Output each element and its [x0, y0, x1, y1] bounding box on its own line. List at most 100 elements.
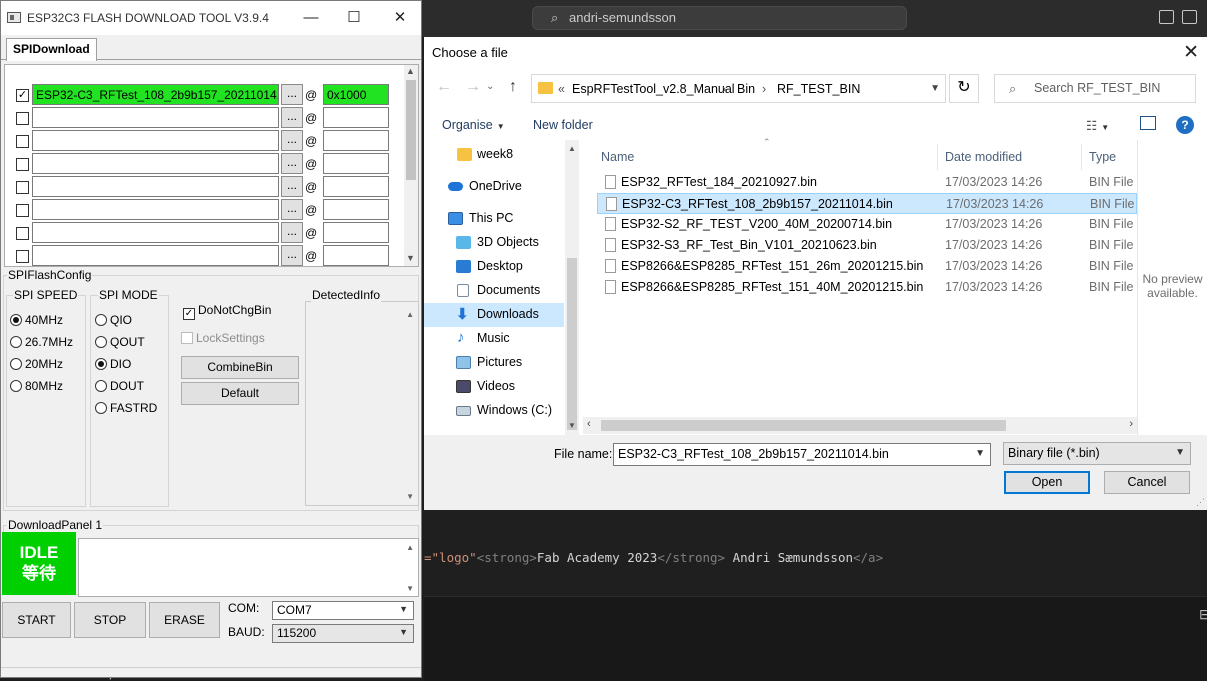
- toggle-sidebar-icon[interactable]: [1159, 10, 1174, 24]
- open-button[interactable]: Open: [1004, 471, 1090, 494]
- file-addr-input[interactable]: [323, 199, 389, 220]
- file-item-selected[interactable]: ESP32-C3_RFTest_108_2b9b157_20211014.bin…: [597, 193, 1137, 214]
- breadcrumb-overflow[interactable]: «: [558, 82, 565, 96]
- log-output[interactable]: ▲ ▼: [78, 538, 419, 597]
- resize-grip-icon[interactable]: ⋰: [1196, 497, 1205, 508]
- close-icon[interactable]: ✕: [1183, 41, 1199, 64]
- file-name-input[interactable]: ESP32-C3_RFTest_108_2b9b157_20211014.bin…: [613, 443, 991, 466]
- forward-arrow-icon[interactable]: →: [465, 78, 481, 96]
- default-button[interactable]: Default: [181, 382, 299, 405]
- refresh-icon[interactable]: ↻: [949, 74, 979, 103]
- column-header-type[interactable]: Type: [1089, 150, 1116, 164]
- recent-dropdown-icon[interactable]: ⌄: [486, 81, 494, 92]
- scroll-up-icon[interactable]: ▲: [406, 310, 414, 319]
- file-path-input[interactable]: [32, 222, 279, 243]
- scroll-down-icon[interactable]: ▼: [406, 492, 414, 501]
- radio-qout[interactable]: QOUT: [95, 335, 145, 349]
- file-item[interactable]: ESP32-S2_RF_TEST_V200_40M_20200714.bin 17…: [597, 214, 1137, 235]
- scroll-up-icon[interactable]: ▲: [568, 144, 576, 153]
- file-path-input[interactable]: [32, 176, 279, 197]
- file-checkbox[interactable]: [16, 158, 29, 171]
- help-icon[interactable]: ?: [1176, 116, 1194, 134]
- scroll-thumb[interactable]: [567, 258, 577, 430]
- radio-20mhz[interactable]: 20MHz: [10, 357, 63, 371]
- file-item[interactable]: ESP32_RFTest_184_20210927.bin 17/03/2023 …: [597, 172, 1137, 193]
- nav-item-downloads[interactable]: ⬇ Downloads: [424, 303, 564, 327]
- combinebin-button[interactable]: CombineBin: [181, 356, 299, 379]
- file-checkbox[interactable]: [16, 181, 29, 194]
- file-checkbox[interactable]: [16, 204, 29, 217]
- radio-fastrd[interactable]: FASTRD: [95, 401, 157, 415]
- scroll-up-icon[interactable]: ▲: [406, 543, 414, 552]
- scroll-down-icon[interactable]: ▼: [568, 421, 576, 430]
- file-addr-input[interactable]: 0x1000: [323, 84, 389, 105]
- file-addr-input[interactable]: [323, 176, 389, 197]
- breadcrumb-item[interactable]: EspRFTestTool_v2.8_Manual: [572, 82, 735, 96]
- column-header-date[interactable]: Date modified: [945, 150, 1022, 164]
- file-addr-input[interactable]: [323, 245, 389, 266]
- breadcrumb-item[interactable]: Bin: [737, 82, 755, 96]
- start-button[interactable]: START: [2, 602, 71, 638]
- browse-button[interactable]: ...: [281, 130, 303, 151]
- nav-item-3d-objects[interactable]: 3D Objects: [424, 231, 564, 255]
- view-options-icon[interactable]: ☷ ▼: [1086, 118, 1109, 133]
- address-bar[interactable]: « EspRFTestTool_v2.8_Manual › Bin › RF_T…: [531, 74, 946, 103]
- radio-qio[interactable]: QIO: [95, 313, 132, 327]
- radio-40mhz[interactable]: 40MHz: [10, 313, 63, 327]
- organise-button[interactable]: Organise ▼: [442, 118, 505, 132]
- nav-item-onedrive[interactable]: OneDrive: [424, 175, 564, 199]
- file-checkbox[interactable]: [16, 135, 29, 148]
- file-addr-input[interactable]: [323, 107, 389, 128]
- file-item[interactable]: ESP32-S3_RF_Test_Bin_V101_20210623.bin 17…: [597, 235, 1137, 256]
- maximize-icon[interactable]: ☐: [340, 7, 368, 29]
- file-item[interactable]: ESP8266&ESP8285_RFTest_151_40M_20201215.…: [597, 277, 1137, 298]
- file-path-input[interactable]: [32, 245, 279, 266]
- scroll-up-icon[interactable]: ▲: [406, 66, 415, 76]
- file-addr-input[interactable]: [323, 222, 389, 243]
- navigation-scrollbar[interactable]: ▲ ▼: [565, 140, 579, 435]
- nav-item-this-pc[interactable]: This PC: [424, 207, 564, 231]
- file-path-input[interactable]: ESP32-C3_RFTest_108_2b9b157_20211014.bin: [32, 84, 279, 105]
- donotchgbin-checkbox[interactable]: ✓ DoNotChgBin: [183, 303, 271, 320]
- baud-select[interactable]: 115200 ▼: [272, 624, 414, 643]
- nav-item-music[interactable]: ♪ Music: [424, 327, 564, 351]
- nav-item-windows-c[interactable]: Windows (C:): [424, 399, 564, 423]
- scroll-thumb[interactable]: [406, 80, 416, 180]
- terminal-panel[interactable]: [424, 596, 1207, 681]
- close-icon[interactable]: ✕: [386, 7, 414, 29]
- com-select[interactable]: COM7 ▼: [272, 601, 414, 620]
- nav-item-documents[interactable]: Documents: [424, 279, 564, 303]
- preview-pane-icon[interactable]: [1140, 116, 1156, 130]
- file-list-hscrollbar[interactable]: ‹ ›: [583, 417, 1137, 434]
- file-type-select[interactable]: Binary file (*.bin) ▼: [1003, 442, 1191, 465]
- browse-button[interactable]: ...: [281, 107, 303, 128]
- nav-item-desktop[interactable]: Desktop: [424, 255, 564, 279]
- file-path-input[interactable]: [32, 107, 279, 128]
- chevron-down-icon[interactable]: ▼: [975, 448, 985, 459]
- browse-button[interactable]: ...: [281, 222, 303, 243]
- nav-item-week8[interactable]: week8: [424, 143, 564, 167]
- browse-button[interactable]: ...: [281, 245, 303, 266]
- radio-dio[interactable]: DIO: [95, 357, 131, 371]
- browse-button[interactable]: ...: [281, 153, 303, 174]
- file-path-input[interactable]: [32, 130, 279, 151]
- scroll-down-icon[interactable]: ▼: [406, 584, 414, 593]
- minimize-icon[interactable]: —: [297, 7, 325, 29]
- file-addr-input[interactable]: [323, 130, 389, 151]
- browse-button[interactable]: ...: [281, 176, 303, 197]
- cancel-button[interactable]: Cancel: [1104, 471, 1190, 494]
- file-addr-input[interactable]: [323, 153, 389, 174]
- nav-item-videos[interactable]: Videos: [424, 375, 564, 399]
- browse-button[interactable]: ...: [281, 84, 303, 105]
- search-input[interactable]: ⌕ Search RF_TEST_BIN: [994, 74, 1196, 103]
- file-checkbox[interactable]: [16, 112, 29, 125]
- radio-26mhz[interactable]: 26.7MHz: [10, 335, 73, 349]
- nav-item-pictures[interactable]: Pictures: [424, 351, 564, 375]
- radio-dout[interactable]: DOUT: [95, 379, 144, 393]
- up-arrow-icon[interactable]: ↑: [509, 78, 517, 96]
- file-checkbox[interactable]: [16, 227, 29, 240]
- toggle-panel-icon[interactable]: [1182, 10, 1197, 24]
- erase-button[interactable]: ERASE: [149, 602, 220, 638]
- file-path-input[interactable]: [32, 153, 279, 174]
- chevron-down-icon[interactable]: ▼: [930, 83, 940, 94]
